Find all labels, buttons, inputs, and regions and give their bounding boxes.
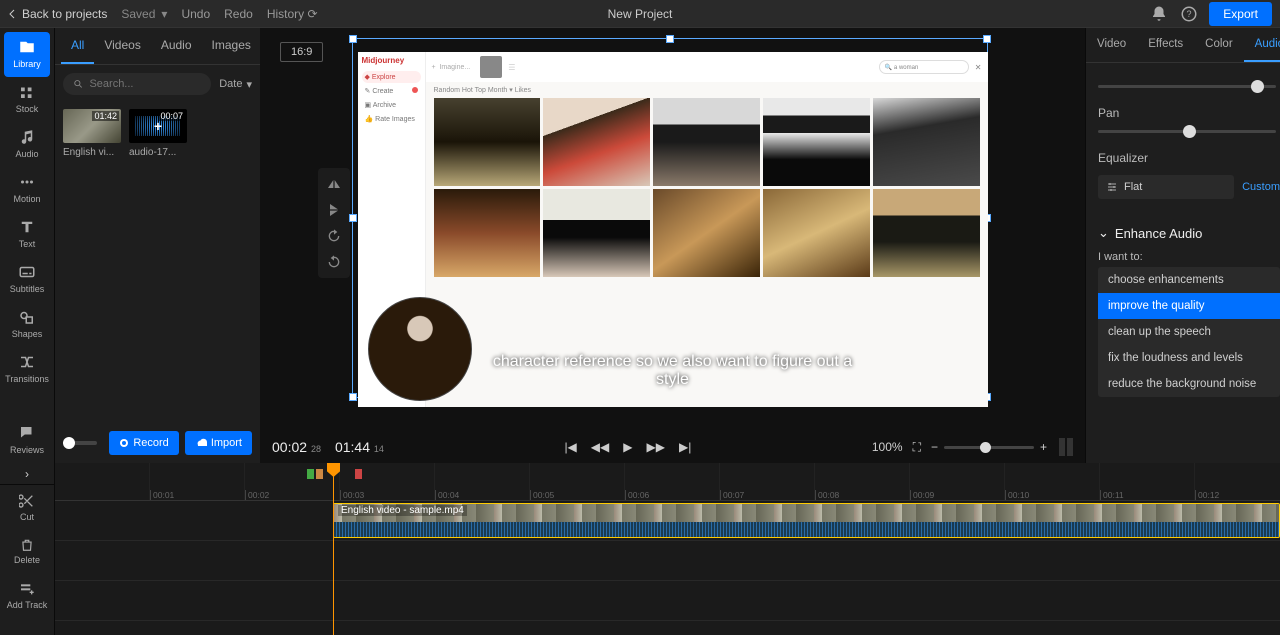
audio-meter [1059,438,1073,456]
media-item-video[interactable]: 01:42 English vi... [63,109,121,158]
option-reduce-noise[interactable]: reduce the background noise [1098,371,1280,397]
back-to-projects[interactable]: Back to projects [8,7,107,21]
top-bar: Back to projects Saved ▾ Undo Redo Histo… [0,0,1280,28]
rail-transitions[interactable]: Transitions [0,347,54,392]
rail-reviews[interactable]: Reviews [0,418,54,463]
playhead[interactable] [333,463,334,635]
rail-stock[interactable]: Stock [0,77,54,122]
pan-slider[interactable] [1098,130,1276,133]
rtab-audio[interactable]: Audio [1244,28,1280,62]
volume-slider[interactable] [63,441,97,445]
timeline-ruler[interactable]: 00:01 00:02 00:03 00:04 00:05 00:06 00:0… [55,463,1280,501]
zoom-level: 100% [872,440,903,454]
playback-bar: 00:02 28 01:44 14 |◀ ◀◀ ▶ ▶▶ ▶| 100% ⛶ −… [260,431,1085,463]
rewind-icon[interactable]: ◀◀ [591,440,609,454]
preview-panel: 16:9 Midjourney [260,28,1085,463]
add-track-tool[interactable]: Add Track [0,573,54,618]
save-status[interactable]: Saved ▾ [121,7,167,21]
rail-text[interactable]: Text [0,212,54,257]
lib-tab-videos[interactable]: Videos [94,28,150,64]
left-rail: Library Stock Audio Motion Text Subtitle… [0,28,55,463]
export-button[interactable]: Export [1209,2,1272,26]
help-icon[interactable]: ? [1179,4,1199,24]
timeline-tools: › Cut Delete Add Track [0,463,55,635]
flip-horizontal-icon[interactable] [322,172,346,196]
delete-tool[interactable]: Delete [0,530,54,573]
option-clean-speech[interactable]: clean up the speech [1098,319,1280,345]
rtab-video[interactable]: Video [1086,28,1137,62]
rail-library[interactable]: Library [4,32,50,77]
subtitle-text: character reference so we also want to f… [484,353,862,389]
goto-end-icon[interactable]: ▶| [679,440,691,454]
search-icon [73,78,83,90]
rotate-cw-icon[interactable] [322,224,346,248]
rail-subtitles[interactable]: Subtitles [0,257,54,302]
fullscreen-icon[interactable]: ⛶ [913,440,921,455]
current-time: 00:02 28 [272,439,321,455]
rtab-effects[interactable]: Effects [1137,28,1194,62]
zoom-in-icon[interactable]: + [1040,440,1047,454]
option-fix-loudness[interactable]: fix the loudness and levels [1098,345,1280,371]
total-time: 01:44 14 [335,439,384,455]
canvas-tools [318,168,350,278]
search-input[interactable] [89,78,201,90]
notifications-icon[interactable] [1149,4,1169,24]
dropdown-current[interactable]: choose enhancements [1098,267,1280,293]
add-icon[interactable]: + [154,118,162,134]
enhance-audio-section[interactable]: ⌄ Enhance Audio [1098,225,1280,241]
lib-tab-images[interactable]: Images [202,28,261,64]
lib-tab-all[interactable]: All [61,28,94,64]
library-search[interactable] [63,73,211,95]
record-button[interactable]: Record [109,431,178,455]
rail-audio[interactable]: Audio [0,122,54,167]
redo-button[interactable]: Redo [224,7,253,21]
flip-vertical-icon[interactable] [322,198,346,222]
media-item-audio[interactable]: 00:07+ audio-17... [129,109,187,158]
project-title[interactable]: New Project [429,7,850,21]
rotate-ccw-icon[interactable] [322,250,346,274]
equalizer-label: Equalizer [1098,151,1280,165]
history-button[interactable]: History ⟳ [267,7,318,21]
timeline: › Cut Delete Add Track 00:01 00:02 00:03… [0,463,1280,635]
pan-label: Pan [1098,106,1280,120]
track-empty-2[interactable] [55,581,1280,621]
chevron-down-icon: ⌄ [1098,225,1109,241]
enhancement-dropdown[interactable]: choose enhancements improve the quality … [1098,267,1280,397]
rail-motion[interactable]: Motion [0,167,54,212]
preview-canvas[interactable]: Midjourney ◆ Explore ✎ Create ▣ Archive … [358,52,988,407]
track-video[interactable]: English video - sample.mp4 [55,501,1280,541]
import-button[interactable]: Import [185,431,252,455]
cut-tool[interactable]: Cut [0,485,54,530]
track-empty-1[interactable] [55,541,1280,581]
play-icon[interactable]: ▶ [623,440,632,454]
sort-date[interactable]: Date▾ [219,78,252,91]
svg-text:?: ? [1187,9,1192,19]
library-panel: All Videos Audio Images Date▾ 01:42 Engl… [55,28,260,463]
lib-tab-audio[interactable]: Audio [151,28,202,64]
custom-eq-link[interactable]: Custom [1242,181,1280,193]
sliders-icon [1106,181,1118,193]
rtab-color[interactable]: Color [1194,28,1243,62]
forward-icon[interactable]: ▶▶ [647,440,665,454]
presenter-bubble [368,297,472,401]
option-improve-quality[interactable]: improve the quality [1098,293,1280,319]
goto-start-icon[interactable]: |◀ [564,440,576,454]
volume-slider-prop[interactable] [1098,85,1276,88]
video-clip[interactable]: English video - sample.mp4 [333,503,1280,538]
expand-timeline-icon[interactable]: › [0,463,54,485]
undo-button[interactable]: Undo [181,7,210,21]
i-want-to-label: I want to: [1098,251,1280,263]
properties-panel: Video Effects Color Audio Pan Equalizer … [1085,28,1280,463]
timeline-tracks-area[interactable]: 00:01 00:02 00:03 00:04 00:05 00:06 00:0… [55,463,1280,635]
zoom-slider[interactable] [944,446,1034,449]
equalizer-select[interactable]: Flat [1098,175,1234,199]
zoom-out-icon[interactable]: − [931,440,938,454]
rail-shapes[interactable]: Shapes [0,302,54,347]
